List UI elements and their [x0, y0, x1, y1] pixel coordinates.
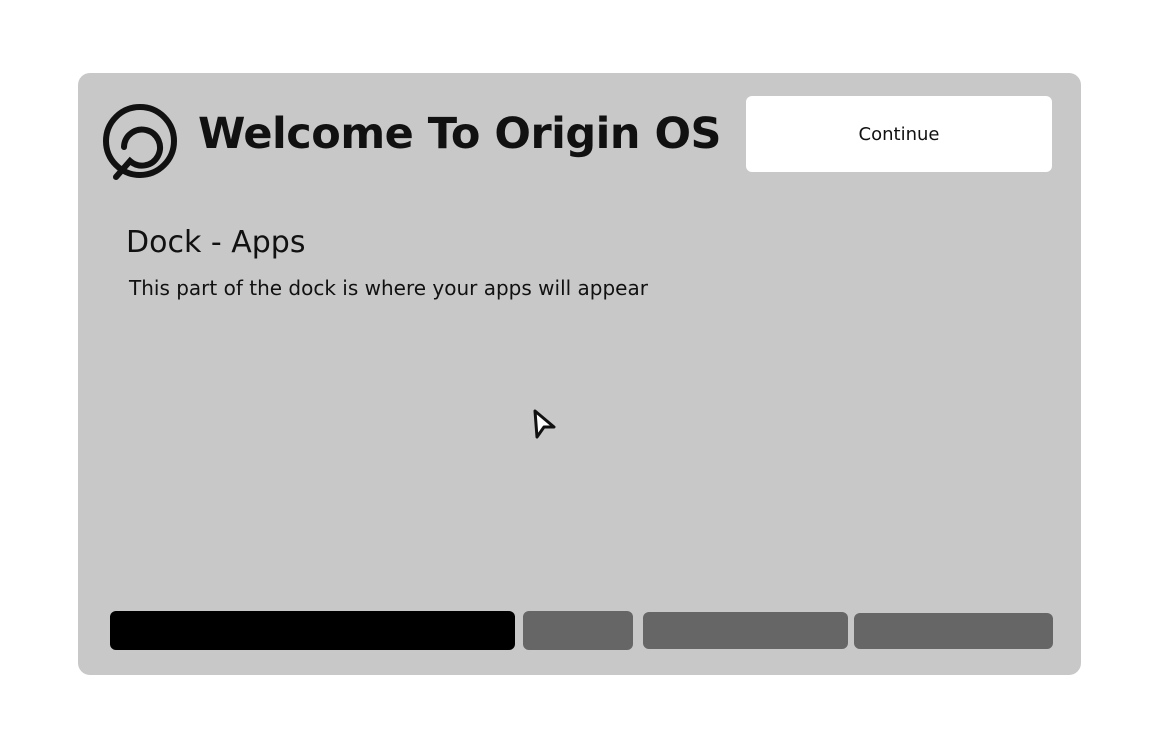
progress-step-3: [643, 612, 848, 649]
continue-button[interactable]: Continue: [746, 96, 1052, 172]
section-title: Dock - Apps: [126, 225, 306, 260]
progress-step-4: [854, 613, 1053, 649]
welcome-panel: Welcome To Origin OS Continue Dock - App…: [78, 73, 1081, 675]
section-description: This part of the dock is where your apps…: [129, 276, 648, 300]
origin-logo-icon: [103, 104, 177, 180]
progress-step-2: [523, 611, 633, 650]
page-title: Welcome To Origin OS: [198, 109, 722, 159]
progress-step-1-active: [110, 611, 515, 650]
mouse-cursor-icon: [533, 409, 556, 439]
